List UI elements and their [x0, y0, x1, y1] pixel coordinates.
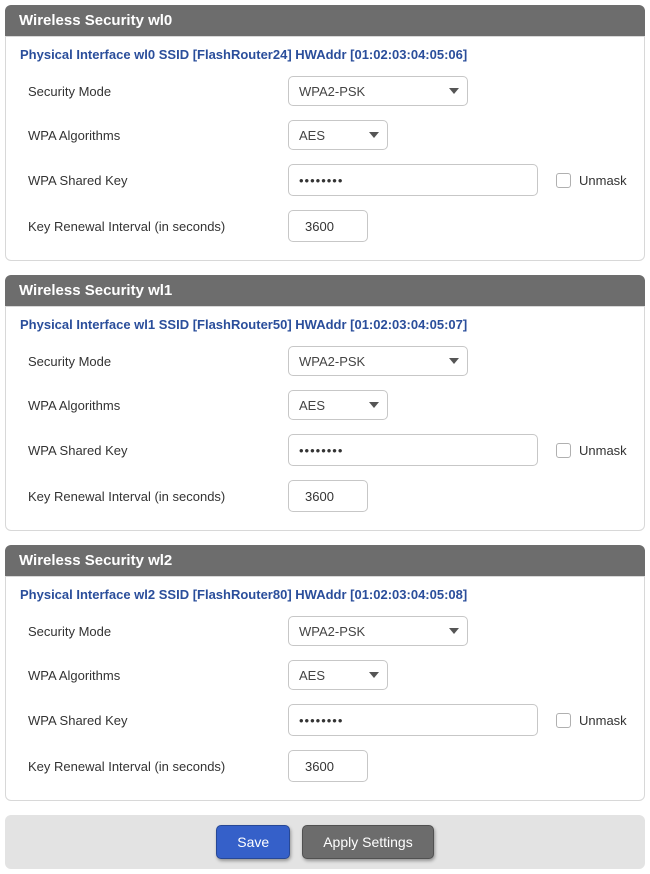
unmask-label: Unmask	[579, 173, 627, 188]
wpa-algorithm-select[interactable]: AES	[288, 390, 388, 420]
physical-interface-wl0: Physical Interface wl0 SSID [FlashRouter…	[20, 47, 630, 62]
unmask-checkbox[interactable]	[556, 713, 571, 728]
shared-key-input[interactable]	[288, 164, 538, 196]
security-mode-value: WPA2-PSK	[299, 84, 365, 99]
unmask-label: Unmask	[579, 443, 627, 458]
row-wpa-algorithms: WPA Algorithms AES	[20, 390, 630, 420]
wpa-algorithm-value: AES	[299, 128, 325, 143]
row-security-mode: Security Mode WPA2-PSK	[20, 76, 630, 106]
security-mode-select[interactable]: WPA2-PSK	[288, 76, 468, 106]
label-security-mode: Security Mode	[28, 354, 288, 369]
wpa-algorithm-value: AES	[299, 398, 325, 413]
label-renewal: Key Renewal Interval (in seconds)	[28, 759, 288, 774]
label-wpa-algorithms: WPA Algorithms	[28, 398, 288, 413]
physical-interface-wl1: Physical Interface wl1 SSID [FlashRouter…	[20, 317, 630, 332]
wpa-algorithm-select[interactable]: AES	[288, 120, 388, 150]
chevron-down-icon	[369, 672, 379, 678]
section-header-wl2: Wireless Security wl2	[5, 545, 645, 576]
row-renewal: Key Renewal Interval (in seconds)	[20, 210, 630, 242]
label-shared-key: WPA Shared Key	[28, 443, 288, 458]
chevron-down-icon	[369, 402, 379, 408]
security-mode-value: WPA2-PSK	[299, 354, 365, 369]
unmask-checkbox[interactable]	[556, 173, 571, 188]
label-shared-key: WPA Shared Key	[28, 713, 288, 728]
row-wpa-algorithms: WPA Algorithms AES	[20, 120, 630, 150]
row-shared-key: WPA Shared Key Unmask	[20, 434, 630, 466]
row-wpa-algorithms: WPA Algorithms AES	[20, 660, 630, 690]
physical-interface-wl2: Physical Interface wl2 SSID [FlashRouter…	[20, 587, 630, 602]
section-header-wl1: Wireless Security wl1	[5, 275, 645, 306]
section-header-wl0: Wireless Security wl0	[5, 5, 645, 36]
label-renewal: Key Renewal Interval (in seconds)	[28, 219, 288, 234]
renewal-input[interactable]	[288, 750, 368, 782]
apply-settings-button[interactable]: Apply Settings	[302, 825, 434, 859]
label-shared-key: WPA Shared Key	[28, 173, 288, 188]
shared-key-input[interactable]	[288, 704, 538, 736]
shared-key-input[interactable]	[288, 434, 538, 466]
panel-wl1: Physical Interface wl1 SSID [FlashRouter…	[5, 306, 645, 531]
row-security-mode: Security Mode WPA2-PSK	[20, 616, 630, 646]
row-shared-key: WPA Shared Key Unmask	[20, 704, 630, 736]
label-wpa-algorithms: WPA Algorithms	[28, 128, 288, 143]
label-security-mode: Security Mode	[28, 84, 288, 99]
chevron-down-icon	[449, 88, 459, 94]
chevron-down-icon	[449, 628, 459, 634]
panel-wl0: Physical Interface wl0 SSID [FlashRouter…	[5, 36, 645, 261]
security-mode-select[interactable]: WPA2-PSK	[288, 616, 468, 646]
row-security-mode: Security Mode WPA2-PSK	[20, 346, 630, 376]
wpa-algorithm-value: AES	[299, 668, 325, 683]
unmask-checkbox[interactable]	[556, 443, 571, 458]
button-bar: Save Apply Settings	[5, 815, 645, 869]
chevron-down-icon	[369, 132, 379, 138]
row-shared-key: WPA Shared Key Unmask	[20, 164, 630, 196]
row-renewal: Key Renewal Interval (in seconds)	[20, 750, 630, 782]
wpa-algorithm-select[interactable]: AES	[288, 660, 388, 690]
chevron-down-icon	[449, 358, 459, 364]
row-renewal: Key Renewal Interval (in seconds)	[20, 480, 630, 512]
renewal-input[interactable]	[288, 210, 368, 242]
panel-wl2: Physical Interface wl2 SSID [FlashRouter…	[5, 576, 645, 801]
unmask-label: Unmask	[579, 713, 627, 728]
save-button[interactable]: Save	[216, 825, 290, 859]
label-renewal: Key Renewal Interval (in seconds)	[28, 489, 288, 504]
renewal-input[interactable]	[288, 480, 368, 512]
security-mode-select[interactable]: WPA2-PSK	[288, 346, 468, 376]
label-security-mode: Security Mode	[28, 624, 288, 639]
security-mode-value: WPA2-PSK	[299, 624, 365, 639]
label-wpa-algorithms: WPA Algorithms	[28, 668, 288, 683]
